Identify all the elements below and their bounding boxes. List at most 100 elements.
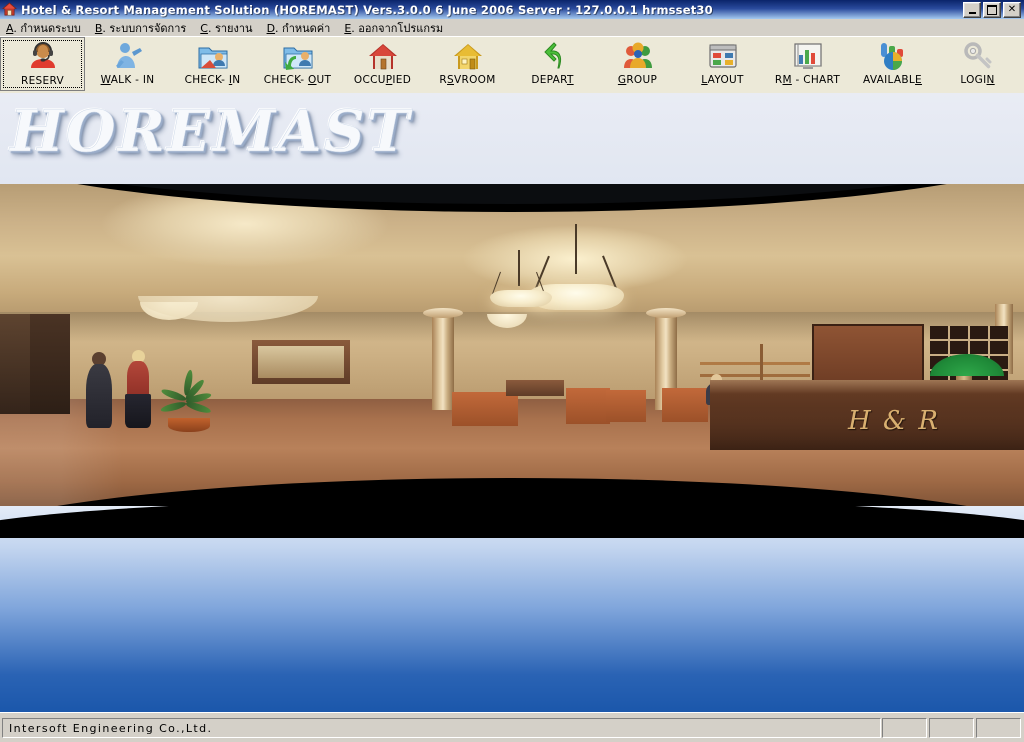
lobby-table bbox=[506, 380, 564, 396]
label-prefix: R bbox=[774, 74, 783, 86]
menu-system-setup[interactable]: A. กำหนดระบบ bbox=[0, 18, 89, 38]
window-controls: ✕ bbox=[963, 2, 1021, 18]
group-people-icon bbox=[622, 40, 654, 72]
label-suffix: UT bbox=[316, 74, 332, 86]
menu-item-label: . ออกจากโปรแกรม bbox=[351, 21, 444, 35]
toolbar-button-label: AVAILABLE bbox=[863, 74, 922, 86]
chandelier-rod-main bbox=[575, 224, 577, 274]
reception-monogram: H & R bbox=[848, 406, 940, 436]
toolbar-button-label: CHECK- OUT bbox=[264, 74, 331, 86]
menu-reports[interactable]: C. รายงาน bbox=[194, 18, 260, 38]
menu-configuration[interactable]: D. กำหนดค่า bbox=[261, 18, 339, 38]
lobby-potted-plant bbox=[159, 369, 216, 432]
toolbar-layout[interactable]: LAYOUT bbox=[680, 37, 765, 91]
label-accelerator: S bbox=[447, 74, 454, 86]
lobby-railing-top bbox=[700, 362, 810, 365]
reception-back-panel bbox=[812, 324, 924, 388]
label-suffix: N bbox=[232, 74, 241, 86]
chandelier-bowl-second bbox=[490, 290, 552, 307]
menu-accelerator: D bbox=[266, 21, 276, 35]
label-accelerator: M bbox=[782, 74, 792, 86]
label-accelerator: N bbox=[986, 74, 995, 86]
toolbar-check-out[interactable]: CHECK- OUT bbox=[255, 37, 340, 91]
main-canvas: HOREMAST H & R bbox=[0, 93, 1024, 712]
lobby-photo: H & R bbox=[0, 184, 1024, 506]
lobby-left-dark-panel-2 bbox=[0, 314, 30, 414]
label-prefix: AVAILABL bbox=[863, 74, 916, 86]
label-prefix: OCCU bbox=[353, 74, 386, 86]
label-suffix: IED bbox=[392, 74, 412, 86]
label-suffix: ALK - IN bbox=[110, 74, 155, 86]
restore-button[interactable] bbox=[983, 2, 1001, 18]
layout-window-icon bbox=[707, 40, 739, 72]
checkin-folder-icon bbox=[197, 40, 229, 72]
lobby-sofa-left bbox=[452, 392, 518, 426]
label-prefix: CHECK- bbox=[263, 74, 308, 86]
label-prefix: R bbox=[439, 74, 448, 86]
toolbar-login[interactable]: LOGIN bbox=[935, 37, 1020, 91]
toolbar-check-in[interactable]: CHECK- IN bbox=[170, 37, 255, 91]
green-arrow-icon bbox=[537, 40, 569, 72]
status-company-panel: Intersoft Engineering Co.,Ltd. bbox=[2, 718, 881, 738]
agent-headset-icon bbox=[27, 41, 59, 73]
walkin-person-icon bbox=[112, 40, 144, 72]
pie-chart-icon bbox=[877, 40, 909, 72]
menu-accelerator: C bbox=[200, 21, 208, 35]
toolbar-button-label: RESERV bbox=[21, 75, 64, 87]
label-suffix: RESERV bbox=[21, 75, 64, 87]
toolbar-rm-chart[interactable]: RM - CHART bbox=[765, 37, 850, 91]
application-window: Hotel & Resort Management Solution (HORE… bbox=[0, 0, 1024, 742]
menu-item-label: . กำหนดระบบ bbox=[13, 21, 81, 35]
label-prefix: DEPAR bbox=[531, 74, 567, 86]
lobby-column-left bbox=[432, 312, 454, 410]
toolbar-available[interactable]: AVAILABLE bbox=[850, 37, 935, 91]
minimize-button[interactable] bbox=[963, 2, 981, 18]
toolbar-reserv[interactable]: RESERV bbox=[0, 37, 85, 91]
label-accelerator: T bbox=[566, 74, 574, 86]
horemast-logo: HOREMAST bbox=[10, 98, 412, 166]
status-bar: Intersoft Engineering Co.,Ltd. bbox=[0, 712, 1024, 742]
status-panel-3 bbox=[976, 718, 1021, 738]
toolbar-rsvroom[interactable]: RSVROOM bbox=[425, 37, 510, 91]
lobby-armchair-3 bbox=[662, 388, 708, 422]
status-panel-2 bbox=[929, 718, 974, 738]
lobby-armchair-1 bbox=[566, 388, 610, 424]
toolbar-button-label: LOGIN bbox=[960, 74, 994, 86]
menu-bar: A. กำหนดระบบ B. ระบบการจัดการ C. รายงาน D. … bbox=[0, 19, 1024, 36]
lobby-photo-inner: H & R bbox=[0, 184, 1024, 506]
checkout-folder-icon bbox=[282, 40, 314, 72]
yellow-house-icon bbox=[452, 40, 484, 72]
menu-management-system[interactable]: B. ระบบการจัดการ bbox=[89, 18, 194, 38]
toolbar-occupied[interactable]: OCCUPIED bbox=[340, 37, 425, 91]
toolbar-group[interactable]: GROUP bbox=[595, 37, 680, 91]
status-company-label: Intersoft Engineering Co.,Ltd. bbox=[9, 721, 213, 735]
label-suffix: AYOUT bbox=[707, 74, 744, 86]
label-suffix: - CHART bbox=[791, 74, 841, 86]
chandelier-rod-second bbox=[518, 250, 520, 286]
toolbar-button-label: RSVROOM bbox=[439, 74, 495, 86]
red-house-icon bbox=[367, 40, 399, 72]
window-title: Hotel & Resort Management Solution (HORE… bbox=[21, 2, 713, 17]
bar-chart-icon bbox=[792, 40, 824, 72]
menu-item-label: . ระบบการจัดการ bbox=[102, 21, 187, 35]
menu-exit-program[interactable]: E. ออกจากโปรแกรม bbox=[338, 18, 451, 38]
toolbar-button-label: GROUP bbox=[618, 74, 657, 86]
toolbar-button-label: DEPART bbox=[531, 74, 573, 86]
lobby-alcove-inner bbox=[258, 346, 344, 378]
label-accelerator: O bbox=[307, 74, 317, 86]
toolbar-walk-in[interactable]: WALK - IN bbox=[85, 37, 170, 91]
label-suffix: ROUP bbox=[626, 74, 658, 86]
key-icon bbox=[962, 40, 994, 72]
toolbar-depart[interactable]: DEPART bbox=[510, 37, 595, 91]
toolbar-button-label: WALK - IN bbox=[101, 74, 155, 86]
toolbar-button-label: LAYOUT bbox=[701, 74, 743, 86]
menu-item-label: . กำหนดค่า bbox=[275, 21, 331, 35]
lobby-armchair-2 bbox=[606, 390, 646, 422]
close-button[interactable]: ✕ bbox=[1003, 2, 1021, 18]
menu-item-label: . รายงาน bbox=[207, 21, 253, 35]
status-panel-1 bbox=[882, 718, 927, 738]
lobby-column-capital-right bbox=[646, 308, 686, 318]
title-bar: Hotel & Resort Management Solution (HORE… bbox=[0, 0, 1024, 19]
label-prefix: CHECK- bbox=[184, 74, 229, 86]
label-accelerator: E bbox=[915, 74, 922, 86]
